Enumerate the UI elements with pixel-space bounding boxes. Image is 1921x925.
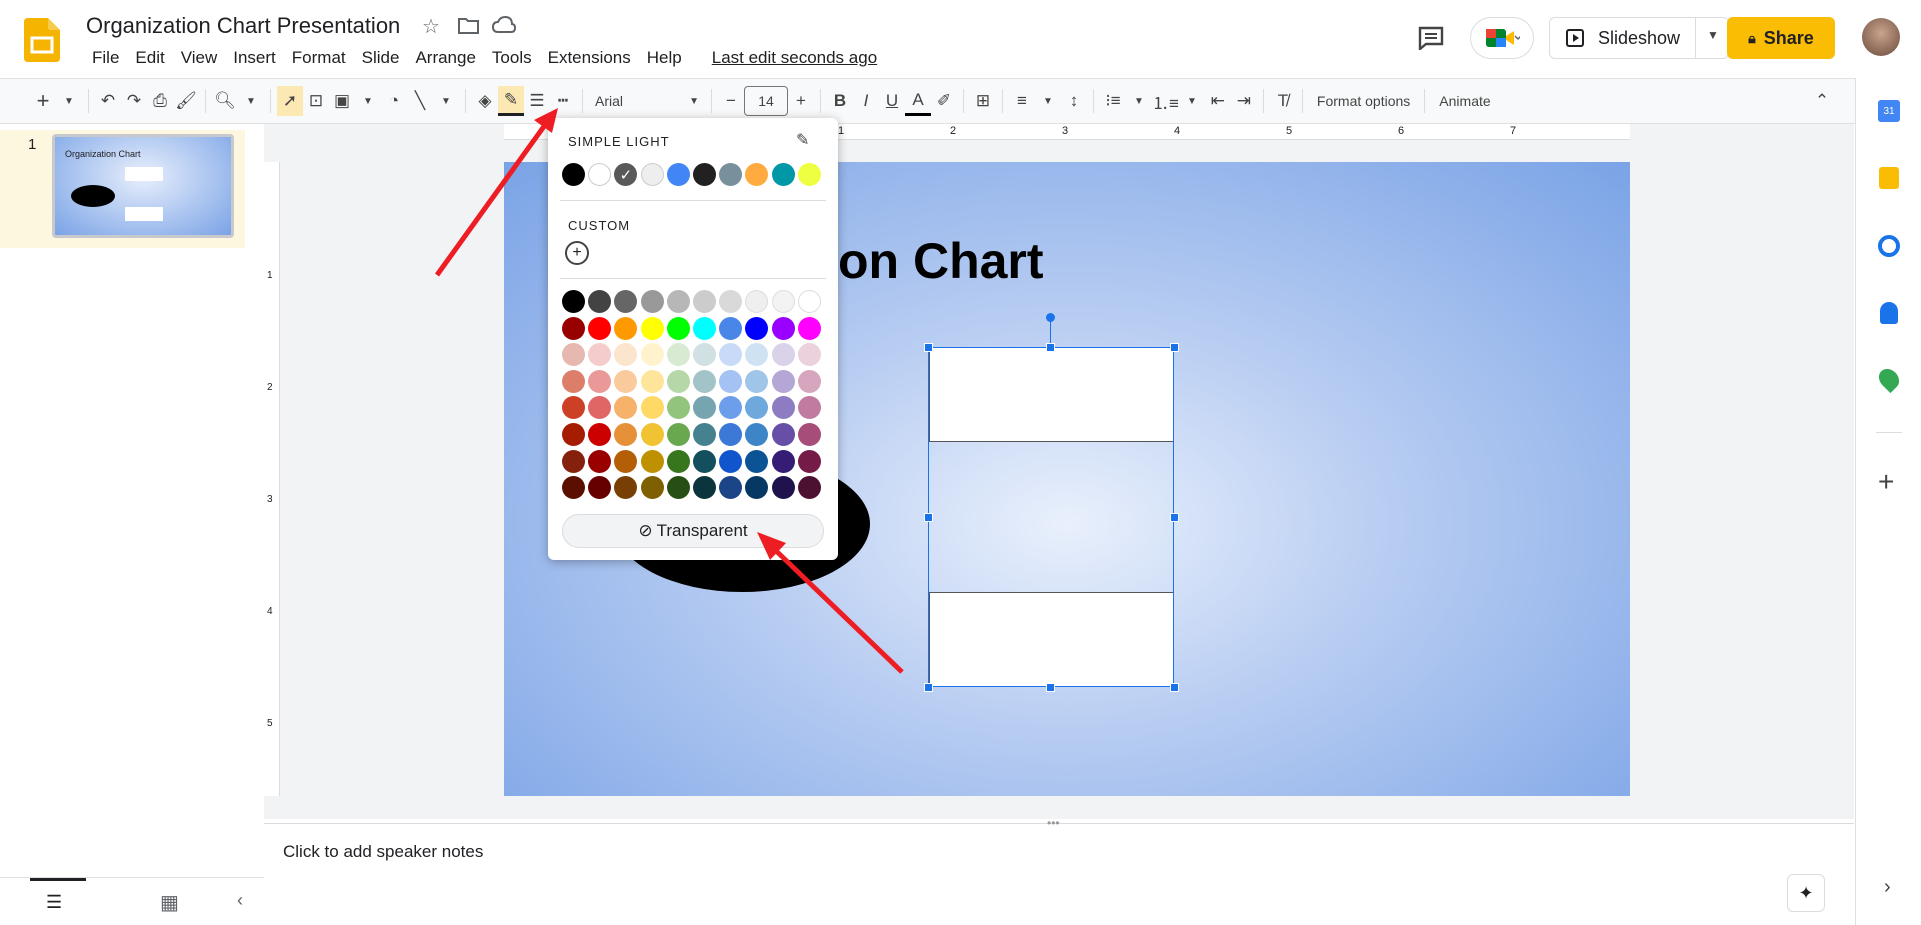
annotation-arrows bbox=[434, 108, 904, 674]
arrow-head bbox=[534, 108, 558, 133]
arrow-to-border-color bbox=[434, 116, 553, 277]
arrow-to-transparent bbox=[768, 543, 904, 674]
